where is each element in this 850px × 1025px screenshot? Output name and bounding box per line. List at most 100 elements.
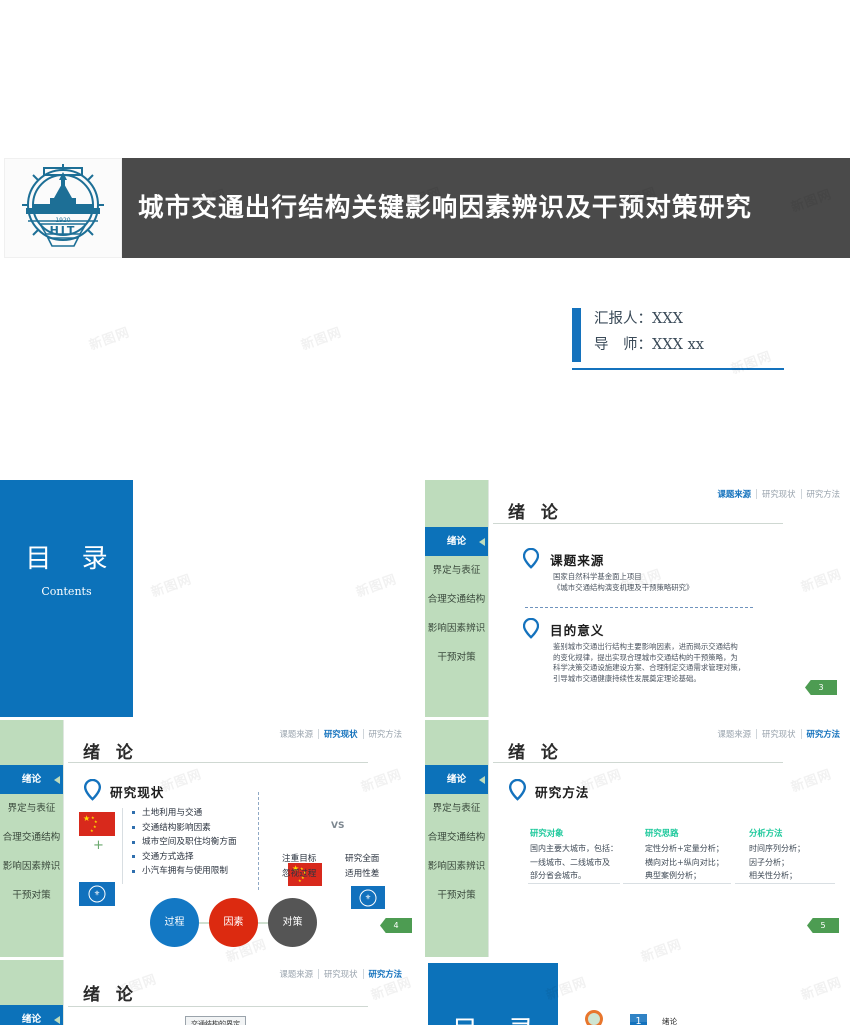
flag-china-icon: ★ ★ ★ ★ ★ [79,812,115,836]
section-title-source: 课题来源 [550,553,605,568]
topnav-item-source[interactable]: 课题来源 [712,729,757,739]
list-item: 城市空间及职住均衡方面 [132,835,237,850]
comparison-right: 研究全面 适用性差 [345,854,380,879]
panel-divider [258,792,259,890]
page-number-badge: 3 [805,680,837,695]
sidebar-item-xulun[interactable]: 绪论 [0,765,63,794]
topnav-item-source[interactable]: 课题来源 [712,489,757,499]
sidebar-item-yingxiang[interactable]: 影响因素辨识 [425,852,488,881]
status-bullet-list: 土地利用与交通 交通结构影响因素 城市空间及职住均衡方面 交通方式选择 小汽车拥… [132,806,237,879]
presentation-preview-page: 1920 HIT 城市交通出行结构关键影响因素辨识及干预对策研究 汇报人：XXX… [0,0,850,1025]
comparison-left: 注重目标 忽视过程 [282,854,317,879]
process-circle[interactable]: 过程 [150,898,199,947]
slide-3-source[interactable]: 绪论 界定与表征 合理交通结构 影响因素辨识 干预对策 课题来源 研究现状 研究方法… [425,480,850,717]
sidebar-item-heli[interactable]: 合理交通结构 [425,585,488,614]
topnav-item-method[interactable]: 研究方法 [364,729,403,739]
sidebar-divider [488,720,489,957]
factor-circle[interactable]: 因素 [209,898,258,947]
list-item: 交通结构影响因素 [132,821,237,836]
topnav-item-status[interactable]: 研究现状 [319,969,364,979]
sidebar-item-heli[interactable]: 合理交通结构 [425,823,488,852]
list-item: 交通方式选择 [132,850,237,865]
map-pin-icon [523,548,539,569]
list-item: 小汽车拥有与使用限制 [132,864,237,879]
topnav-item-source[interactable]: 课题来源 [274,729,319,739]
toc-banner [0,480,133,717]
toc-number: 1 [630,1014,647,1025]
countermeasure-circle[interactable]: 对策 [268,898,317,947]
sidebar-item-ganyu[interactable]: 干预对策 [425,643,488,672]
sidebar-item-xulun[interactable]: 绪论 [425,765,488,794]
topnav-item-method[interactable]: 研究方法 [802,489,841,499]
sidebar-item-heli[interactable]: 合理交通结构 [0,823,63,852]
sidebar-item-ganyu[interactable]: 干预对策 [425,881,488,910]
map-pin-icon [523,618,539,639]
presenter-underline [572,368,784,370]
flag-un-icon: ⚜ [79,882,115,906]
plus-sign: + [93,838,104,853]
sidebar-item-ganyu[interactable]: 干预对策 [0,881,63,910]
sidebar-item-yingxiang[interactable]: 影响因素辨识 [425,614,488,643]
slide-heading: 绪 论 [508,743,563,763]
slide-5-method[interactable]: 绪论 界定与表征 合理交通结构 影响因素辨识 干预对策 课题来源 研究现状 研究方法… [425,720,850,957]
watermark: 新图网 [87,325,132,354]
logo-abbr: HIT [50,224,77,237]
slide-heading: 绪 论 [83,743,138,763]
slide-heading: 绪 论 [508,503,563,523]
column-body-object: 国内主要大城市，包括： 一线城市、二线城市及 部分省会城市。 [530,844,618,880]
column-header-approach: 研究思路 [645,828,679,838]
column-header-object: 研究对象 [530,828,564,838]
sidebar-divider [488,480,489,717]
sidebar-divider [63,960,64,1025]
sidebar-item-yingxiang[interactable]: 影响因素辨识 [0,852,63,881]
sidebar-nav: 绪论 [0,1005,63,1025]
sidebar-item-xulun[interactable]: 绪论 [425,527,488,556]
slide-6-partial[interactable]: 绪论 课题来源 研究现状 研究方法 绪 论 交通结构的界定 [0,960,412,1025]
section-title-purpose: 目的意义 [550,623,605,638]
column-header-analysis: 分析方法 [749,828,783,838]
toc-slide[interactable]: 目 录 Contents 1 绪论 2 城市交通结构的界定与表征 3 城市合理交… [0,480,412,717]
topnav-item-source[interactable]: 课题来源 [274,969,319,979]
column-body-analysis: 时间序列分析； 因子分析； 相关性分析； [749,844,805,880]
title-slide: 1920 HIT 城市交通出行结构关键影响因素辨识及干预对策研究 [0,158,850,258]
watermark: 新图网 [299,325,344,354]
sidebar-nav: 绪论 界定与表征 合理交通结构 影响因素辨识 干预对策 [0,765,63,910]
topnav-item-status[interactable]: 研究现状 [757,489,802,499]
source-body: 国家自然科学基金面上项目 《城市交通结构演变机理及干预策略研究》 [553,572,694,592]
page-number-badge: 5 [807,918,839,933]
list-rule [122,808,123,884]
section-title-method: 研究方法 [535,785,590,800]
column-body-approach: 定性分析+定量分析； 横向对比+纵向对比； 典型案例分析； [645,844,724,880]
topnav-item-status[interactable]: 研究现状 [319,729,364,739]
sidebar-item-jieding[interactable]: 界定与表征 [425,794,488,823]
topnav-item-method[interactable]: 研究方法 [364,969,403,979]
logo-year: 1920 [55,217,70,224]
advisor-name: 导 师：XXX xx [594,337,704,353]
topnav: 课题来源 研究现状 研究方法 [274,728,403,740]
sidebar-divider [63,720,64,957]
map-pin-icon [509,779,526,801]
slide-7-partial-toc[interactable]: 目 录 1 绪论 [425,960,850,1025]
page-title: 城市交通出行结构关键影响因素辨识及干预对策研究 [138,193,753,223]
sidebar-nav: 绪论 界定与表征 合理交通结构 影响因素辨识 干预对策 [425,527,488,672]
map-pin-icon [84,779,101,801]
page-number-badge: 4 [380,918,412,933]
topnav-item-status[interactable]: 研究现状 [757,729,802,739]
flag-un-icon: ⚜ [351,886,385,909]
topnav: 课题来源 研究现状 研究方法 [712,728,841,740]
topnav: 课题来源 研究现状 研究方法 [712,488,841,500]
toc-heading-cn: 目 录 [25,544,119,574]
slide-heading: 绪 论 [83,985,138,1005]
topnav-item-method[interactable]: 研究方法 [802,729,841,739]
sidebar-item-jieding[interactable]: 界定与表征 [0,794,63,823]
watermark: 新图网 [729,349,774,378]
diagram-node-label: 交通结构的界定 [185,1016,246,1025]
section-divider [525,607,753,608]
slide-4-status[interactable]: 绪论 界定与表征 合理交通结构 影响因素辨识 干预对策 课题来源 研究现状 研究方法… [0,720,412,957]
section-title-status: 研究现状 [110,785,165,800]
sidebar-item-xulun[interactable]: 绪论 [0,1005,63,1025]
toc-heading-cn: 目 录 [428,1010,558,1025]
sidebar-item-jieding[interactable]: 界定与表征 [425,556,488,585]
map-pin-icon [585,1010,603,1025]
vs-label: VS [331,821,345,831]
